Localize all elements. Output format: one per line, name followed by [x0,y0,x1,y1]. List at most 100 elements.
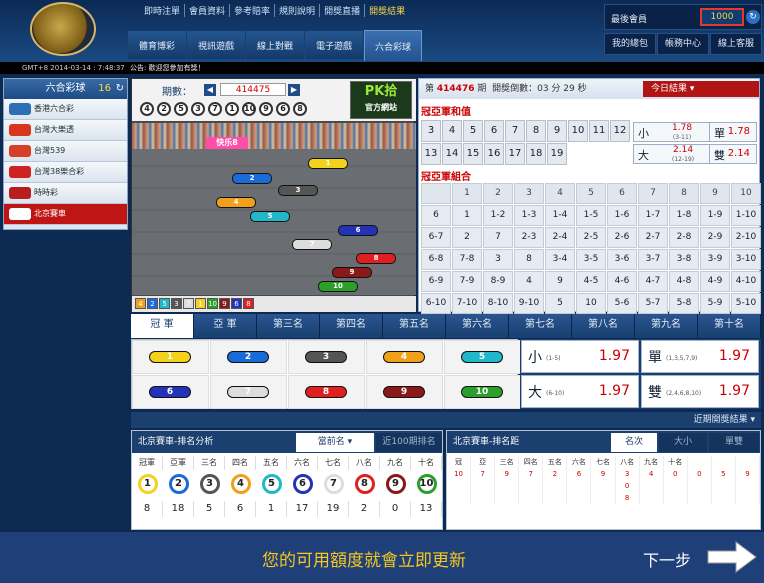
sum-cell[interactable]: 7 [505,120,525,142]
car-option[interactable]: 8 [288,375,365,409]
top-link[interactable]: 規則說明 [275,4,321,17]
tab-sports[interactable]: 體育博彩 [128,31,186,59]
finance-center-button[interactable]: 帳務中心 [657,33,709,55]
sum-cell[interactable]: 11 [589,120,609,142]
combo-cell[interactable]: 1-9 [700,205,730,226]
sum-cell[interactable]: 14 [442,143,462,165]
combo-cell[interactable]: 3-7 [638,249,668,270]
sidebar-item-bj-racing[interactable]: 北京賽車 [4,204,127,225]
combo-cell[interactable]: 2-7 [638,227,668,248]
car-option[interactable]: 6 [132,375,209,409]
tab-online[interactable]: 線上對戰 [246,31,304,59]
car-option[interactable]: 5 [444,340,521,374]
combo-cell[interactable]: 4-10 [731,271,761,292]
combo-cell[interactable]: 8-9 [483,271,513,292]
car-option[interactable]: 1 [132,340,209,374]
tab-lottery[interactable]: 六合彩球 [364,30,422,61]
pk10-logo[interactable]: PK拾 官方網站 [350,81,412,119]
combo-cell[interactable]: 7 [483,227,513,248]
sidebar-item-ssc[interactable]: 時時彩 [4,183,127,204]
top-link[interactable]: 會員資料 [185,4,231,17]
tab-current[interactable]: 當前名 ▾ [296,433,374,452]
sum-cell[interactable]: 9 [547,120,567,142]
sum-cell[interactable]: 19 [547,143,567,165]
sum-cell[interactable]: 12 [610,120,630,142]
car-option[interactable]: 9 [366,375,443,409]
sum-cell[interactable]: 17 [505,143,525,165]
combo-cell[interactable]: 2-9 [700,227,730,248]
combo-cell[interactable]: 3-8 [669,249,699,270]
combo-cell[interactable]: 1 [452,205,482,226]
combo-cell[interactable]: 5-7 [638,293,668,314]
sidebar-item-tw-38[interactable]: 台灣38樂合彩 [4,162,127,183]
combo-cell[interactable]: 4-7 [638,271,668,292]
combo-cell[interactable]: 8 [514,249,544,270]
car-option[interactable]: 10 [444,375,521,409]
sum-cell[interactable]: 18 [526,143,546,165]
combo-cell[interactable]: 2 [452,227,482,248]
combo-cell[interactable]: 1-8 [669,205,699,226]
combo-cell[interactable]: 1-3 [514,205,544,226]
combo-cell[interactable]: 5-10 [731,293,761,314]
combo-cell[interactable]: 4 [514,271,544,292]
combo-cell[interactable]: 4-5 [576,271,606,292]
tab-egames[interactable]: 電子遊戲 [305,31,363,59]
combo-cell[interactable]: 3-5 [576,249,606,270]
sum-cell[interactable]: 8 [526,120,546,142]
combo-cell[interactable]: 1-4 [545,205,575,226]
car-option[interactable]: 4 [366,340,443,374]
rank-tab[interactable]: 第四名 [320,314,383,338]
refresh-icon[interactable]: ↻ [116,79,124,99]
combo-cell[interactable]: 6 [421,205,451,226]
combo-cell[interactable]: 1-5 [576,205,606,226]
bet-even[interactable]: 雙 2.14 [709,144,757,164]
recent-results-link[interactable]: 近期開獎結果 ▾ [131,412,761,428]
combo-cell[interactable]: 6-8 [421,249,451,270]
top-link[interactable]: 開獎直播 [320,4,366,17]
next-period-icon[interactable]: ▶ [288,84,300,96]
bet-rank-small[interactable]: 小 (1-5) 1.97 [521,340,639,373]
rank-tab[interactable]: 第十名 [698,314,761,338]
next-step-button[interactable]: 下一步 [643,547,691,571]
combo-cell[interactable]: 10 [576,293,606,314]
combo-cell[interactable]: 3 [483,249,513,270]
combo-cell[interactable]: 9-10 [514,293,544,314]
combo-cell[interactable]: 1-10 [731,205,761,226]
sum-cell[interactable]: 6 [484,120,504,142]
sidebar-item-tw-lotto[interactable]: 台灣大樂透 [4,120,127,141]
car-option[interactable]: 7 [210,375,287,409]
combo-cell[interactable]: 3-4 [545,249,575,270]
sum-cell[interactable]: 16 [484,143,504,165]
next-arrow-icon[interactable] [706,540,758,574]
combo-cell[interactable]: 7-8 [452,249,482,270]
rank-tab[interactable]: 第九名 [635,314,698,338]
today-results-dropdown[interactable]: 今日結果 ▾ [643,81,759,97]
top-link-results[interactable]: 開獎結果 [365,4,409,17]
combo-cell[interactable]: 3-10 [731,249,761,270]
rank-tab[interactable]: 第三名 [257,314,320,338]
rank-tab[interactable]: 第五名 [383,314,446,338]
combo-cell[interactable]: 2-10 [731,227,761,248]
sum-cell[interactable]: 3 [421,120,441,142]
combo-cell[interactable]: 1-7 [638,205,668,226]
refresh-icon[interactable]: ↻ [746,10,760,24]
combo-cell[interactable]: 9 [545,271,575,292]
combo-cell[interactable]: 1-2 [483,205,513,226]
combo-cell[interactable]: 8-10 [483,293,513,314]
sidebar-item-hk-mark6[interactable]: 香港六合彩 [4,99,127,120]
combo-cell[interactable]: 1-6 [607,205,637,226]
rank-tab[interactable]: 亞 軍 [194,314,257,338]
sum-cell[interactable]: 13 [421,143,441,165]
combo-cell[interactable]: 5-9 [700,293,730,314]
top-link[interactable]: 即時注單 [140,4,186,17]
combo-cell[interactable]: 3-6 [607,249,637,270]
combo-cell[interactable]: 3-9 [700,249,730,270]
combo-cell[interactable]: 7-9 [452,271,482,292]
combo-cell[interactable]: 5-8 [669,293,699,314]
combo-cell[interactable]: 2-5 [576,227,606,248]
tab-parity[interactable]: 單雙 [709,433,759,452]
tab-last100[interactable]: 近100期排名 [376,433,442,452]
combo-cell[interactable]: 4-6 [607,271,637,292]
tab-live[interactable]: 視訊遊戲 [187,31,245,59]
sum-cell[interactable]: 10 [568,120,588,142]
